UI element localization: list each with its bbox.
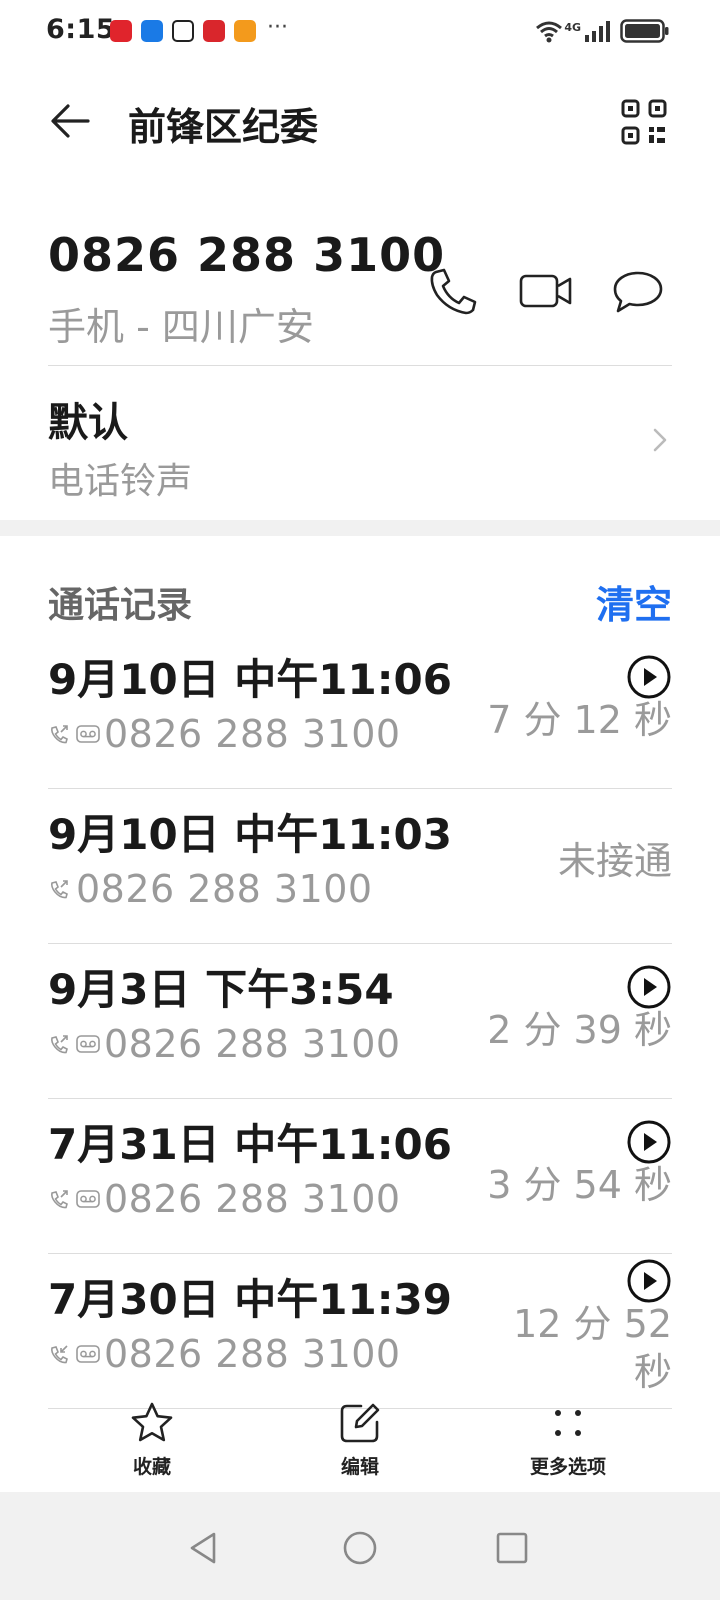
call-details: 0826 288 3100 — [48, 1332, 401, 1376]
ringtone-label: 电话铃声 — [48, 461, 193, 502]
signal-icon — [585, 21, 610, 42]
call-details: 0826 288 3100 — [48, 1177, 401, 1221]
star-icon — [131, 1402, 173, 1442]
message-bubble-icon[interactable] — [612, 266, 664, 316]
outgoing-call-icon — [51, 725, 68, 744]
incoming-call-icon — [51, 1345, 68, 1364]
status-app-icons: ··· — [110, 15, 288, 42]
edit-button[interactable]: 编辑 — [290, 1400, 430, 1492]
ringtone-value: 默认 — [48, 400, 128, 446]
more-notifications-indicator: ··· — [267, 14, 288, 40]
call-log-item[interactable]: 9月10日 中午11:03 0826 288 3100 未接通 — [48, 789, 672, 944]
call-date-time: 9月10日 中午11:03 — [48, 810, 452, 859]
outgoing-call-icon — [51, 1190, 68, 1209]
call-number: 0826 288 3100 — [104, 1332, 401, 1376]
call-log-title: 通话记录 — [48, 585, 193, 626]
qq-penguin-icon — [172, 20, 194, 42]
section-divider — [0, 520, 720, 536]
call-log-item[interactable]: 9月10日 中午11:06 0826 288 3100 7 分 12 秒 — [48, 634, 672, 789]
call-duration: 2 分 39 秒 — [487, 1008, 672, 1052]
more-dots-icon — [555, 1410, 581, 1436]
recording-icon — [76, 1190, 100, 1208]
more-options-button[interactable]: 更多选项 — [498, 1400, 638, 1492]
call-log-item[interactable]: 9月3日 下午3:54 0826 288 3100 2 分 39 秒 — [48, 944, 672, 1099]
nav-recents-icon[interactable] — [492, 1528, 532, 1568]
qr-code-icon[interactable] — [620, 98, 668, 146]
phone-number: 0826 288 3100 — [48, 228, 446, 282]
call-date-time: 9月10日 中午11:06 — [48, 655, 452, 704]
edit-label: 编辑 — [340, 1456, 379, 1478]
nav-home-icon[interactable] — [340, 1528, 380, 1568]
video-camera-icon[interactable] — [518, 266, 574, 316]
favorite-button[interactable]: 收藏 — [82, 1400, 222, 1492]
call-date-time: 7月30日 中午11:39 — [48, 1275, 452, 1324]
outgoing-call-icon — [51, 880, 68, 899]
wifi-icon — [536, 21, 563, 43]
play-circle-icon[interactable] — [626, 1119, 672, 1165]
call-date-time: 7月31日 中午11:06 — [48, 1120, 452, 1169]
call-number: 0826 288 3100 — [104, 712, 401, 756]
status-right: 4G — [534, 18, 670, 44]
system-navigation-bar — [0, 1492, 720, 1600]
recording-icon — [76, 1035, 100, 1053]
call-date-time: 9月3日 下午3:54 — [48, 965, 394, 1014]
call-number: 0826 288 3100 — [76, 867, 373, 911]
contact-number-section: 0826 288 3100 手机 - 四川广安 — [48, 224, 672, 366]
clear-call-log-button[interactable]: 清空 — [596, 574, 672, 629]
chevron-right-icon — [653, 428, 667, 452]
ringtone-row[interactable]: 默认 电话铃声 — [48, 370, 672, 520]
call-log-item[interactable]: 7月30日 中午11:39 0826 288 3100 12 分 52 秒 — [48, 1254, 672, 1409]
back-arrow-icon[interactable] — [44, 94, 98, 148]
bottom-toolbar: 收藏 编辑 更多选项 — [0, 1400, 720, 1492]
call-duration: 7 分 12 秒 — [487, 698, 672, 742]
call-duration: 3 分 54 秒 — [487, 1163, 672, 1207]
outgoing-call-icon — [51, 1035, 68, 1054]
phone-type-location: 手机 - 四川广安 — [48, 305, 314, 349]
nav-back-icon[interactable] — [184, 1528, 224, 1568]
play-circle-icon[interactable] — [626, 964, 672, 1010]
call-duration: 12 分 52 秒 — [513, 1302, 672, 1394]
play-circle-icon[interactable] — [626, 654, 672, 700]
phone-icon[interactable] — [426, 266, 480, 316]
header: 前锋区纪委 — [0, 70, 720, 170]
app-notification-icon — [203, 20, 225, 42]
battery-icon — [620, 19, 669, 43]
call-details: 0826 288 3100 — [48, 867, 373, 911]
edit-icon — [340, 1403, 380, 1443]
call-number: 0826 288 3100 — [104, 1022, 401, 1066]
call-log-item[interactable]: 7月31日 中午11:06 0826 288 3100 3 分 54 秒 — [48, 1099, 672, 1254]
network-type-label: 4G — [564, 20, 581, 34]
status-time: 6:15 — [46, 14, 116, 45]
app-notification-icon — [234, 20, 256, 42]
favorite-label: 收藏 — [132, 1456, 171, 1478]
status-bar: 6:15 ··· 4G — [0, 0, 720, 64]
recording-icon — [76, 1345, 100, 1363]
more-options-label: 更多选项 — [529, 1456, 606, 1478]
recording-icon — [76, 725, 100, 743]
app-notification-icon — [110, 20, 132, 42]
call-status: 未接通 — [557, 839, 672, 883]
play-circle-icon[interactable] — [626, 1258, 672, 1304]
page-title: 前锋区纪委 — [128, 105, 319, 149]
call-details: 0826 288 3100 — [48, 712, 401, 756]
call-details: 0826 288 3100 — [48, 1022, 401, 1066]
call-number: 0826 288 3100 — [104, 1177, 401, 1221]
app-notification-icon — [141, 20, 163, 42]
call-log-list: 9月10日 中午11:06 0826 288 3100 7 分 12 秒 9月1… — [48, 634, 672, 1409]
